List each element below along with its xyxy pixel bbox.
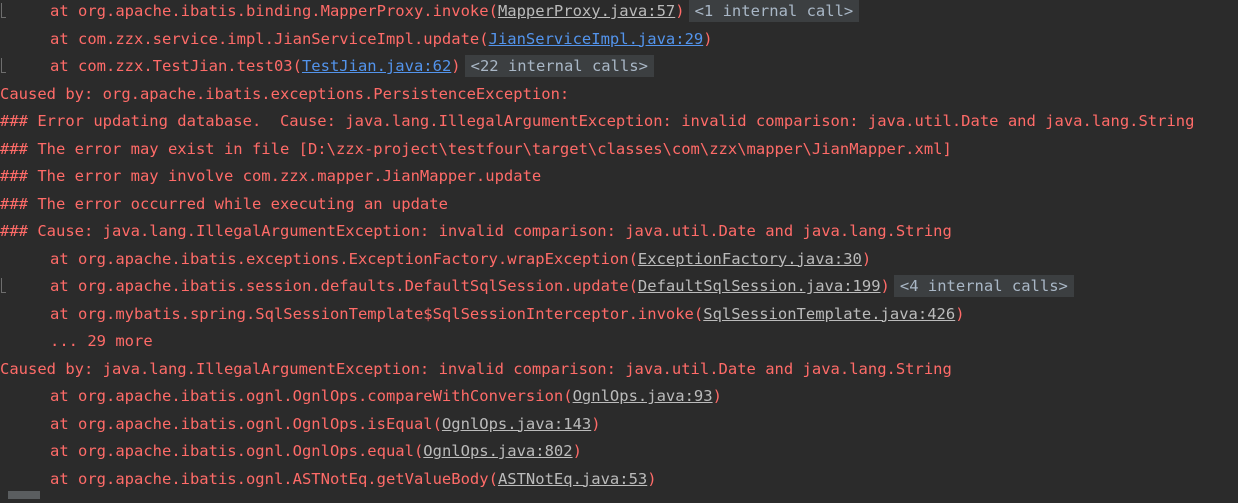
closing-paren: ) <box>647 469 657 488</box>
stack-frame-line: ... 29 more <box>0 328 153 355</box>
stack-frame-line: at org.apache.ibatis.exceptions.Exceptio… <box>0 246 871 273</box>
stack-frame-line: at org.apache.ibatis.binding.MapperProxy… <box>0 0 860 25</box>
source-file-link[interactable]: ASTNotEq.java:53 <box>498 470 647 488</box>
horizontal-scrollbar[interactable] <box>0 489 1238 503</box>
closing-paren: ) <box>675 2 685 20</box>
message-text: ### The error may involve com.zzx.mapper… <box>0 167 542 185</box>
frame-method-text: at org.apache.ibatis.binding.MapperProxy… <box>50 2 498 20</box>
closing-paren: ) <box>880 277 890 295</box>
closing-paren: ) <box>955 304 965 323</box>
source-file-link[interactable]: MapperProxy.java:57 <box>498 2 675 20</box>
error-message-line: Caused by: org.apache.ibatis.exceptions.… <box>0 81 569 108</box>
frame-method-text: at org.apache.ibatis.exceptions.Exceptio… <box>50 249 638 268</box>
closing-paren: ) <box>861 249 872 268</box>
source-file-link[interactable]: DefaultSqlSession.java:199 <box>638 277 881 295</box>
frame-method-text: at org.apache.ibatis.ognl.OgnlOps.isEqua… <box>50 414 442 433</box>
frame-method-text: at com.zzx.service.impl.JianServiceImpl.… <box>50 29 489 48</box>
message-text: ### Error updating database. Cause: java… <box>0 112 1195 130</box>
source-file-link[interactable]: SqlSessionTemplate.java:426 <box>703 305 955 323</box>
stack-frame-line: at com.zzx.TestJian.test03(TestJian.java… <box>0 53 654 80</box>
error-message-line: ### Cause: java.lang.IllegalArgumentExce… <box>0 218 952 245</box>
frame-method-text: at org.apache.ibatis.ognl.OgnlOps.compar… <box>50 387 573 405</box>
closing-paren: ) <box>712 387 722 405</box>
frame-method-text: ... 29 more <box>50 332 153 350</box>
source-file-link[interactable]: OgnlOps.java:93 <box>573 387 713 405</box>
message-text: ### The error may exist in file [D:\zzx-… <box>0 139 952 158</box>
source-file-link[interactable]: JianServiceImpl.java:29 <box>489 30 704 48</box>
closing-paren: ) <box>572 442 582 460</box>
message-text: Caused by: org.apache.ibatis.exceptions.… <box>0 84 570 103</box>
error-message-line: Caused by: java.lang.IllegalArgumentExce… <box>0 356 952 383</box>
source-file-link[interactable]: ExceptionFactory.java:30 <box>638 250 862 268</box>
error-message-line: ### The error occurred while executing a… <box>0 191 448 218</box>
stack-frame-line: at org.mybatis.spring.SqlSessionTemplate… <box>0 301 965 328</box>
frame-method-text: at org.apache.ibatis.ognl.OgnlOps.equal( <box>50 442 424 460</box>
internal-calls-fold[interactable]: <1 internal call> <box>688 0 860 22</box>
source-file-link[interactable]: OgnlOps.java:143 <box>442 415 591 433</box>
frame-method-text: at org.mybatis.spring.SqlSessionTemplate… <box>50 304 704 323</box>
fold-marker-icon[interactable] <box>1 278 6 293</box>
message-text: ### Cause: java.lang.IllegalArgumentExce… <box>0 222 952 240</box>
fold-marker-icon[interactable] <box>1 3 6 18</box>
source-file-link[interactable]: TestJian.java:62 <box>302 57 451 75</box>
source-file-link[interactable]: OgnlOps.java:802 <box>423 442 572 460</box>
frame-method-text: at com.zzx.TestJian.test03( <box>50 57 302 75</box>
closing-paren: ) <box>703 29 713 48</box>
stack-frame-line: at org.apache.ibatis.ognl.OgnlOps.compar… <box>0 383 722 410</box>
closing-paren: ) <box>451 57 461 75</box>
frame-method-text: at org.apache.ibatis.session.defaults.De… <box>50 277 638 295</box>
stack-frame-line: at com.zzx.service.impl.JianServiceImpl.… <box>0 26 713 53</box>
horizontal-scrollbar-thumb[interactable] <box>8 491 40 499</box>
fold-marker-icon[interactable] <box>1 58 6 73</box>
stack-frame-line: at org.apache.ibatis.ognl.OgnlOps.equal(… <box>0 438 582 465</box>
message-text: ### The error occurred while executing a… <box>0 194 448 213</box>
error-message-line: ### The error may involve com.zzx.mapper… <box>0 163 541 190</box>
message-text: Caused by: java.lang.IllegalArgumentExce… <box>0 359 952 378</box>
closing-paren: ) <box>591 414 601 433</box>
error-message-line: ### The error may exist in file [D:\zzx-… <box>0 136 952 163</box>
internal-calls-fold[interactable]: <4 internal calls> <box>893 275 1074 297</box>
error-message-line: ### Error updating database. Cause: java… <box>0 108 1194 135</box>
stack-frame-line: at org.apache.ibatis.session.defaults.De… <box>0 273 1074 300</box>
stack-frame-line: at org.apache.ibatis.ognl.OgnlOps.isEqua… <box>0 411 601 438</box>
console-output: at org.apache.ibatis.binding.MapperProxy… <box>0 0 1238 503</box>
internal-calls-fold[interactable]: <22 internal calls> <box>464 55 654 77</box>
